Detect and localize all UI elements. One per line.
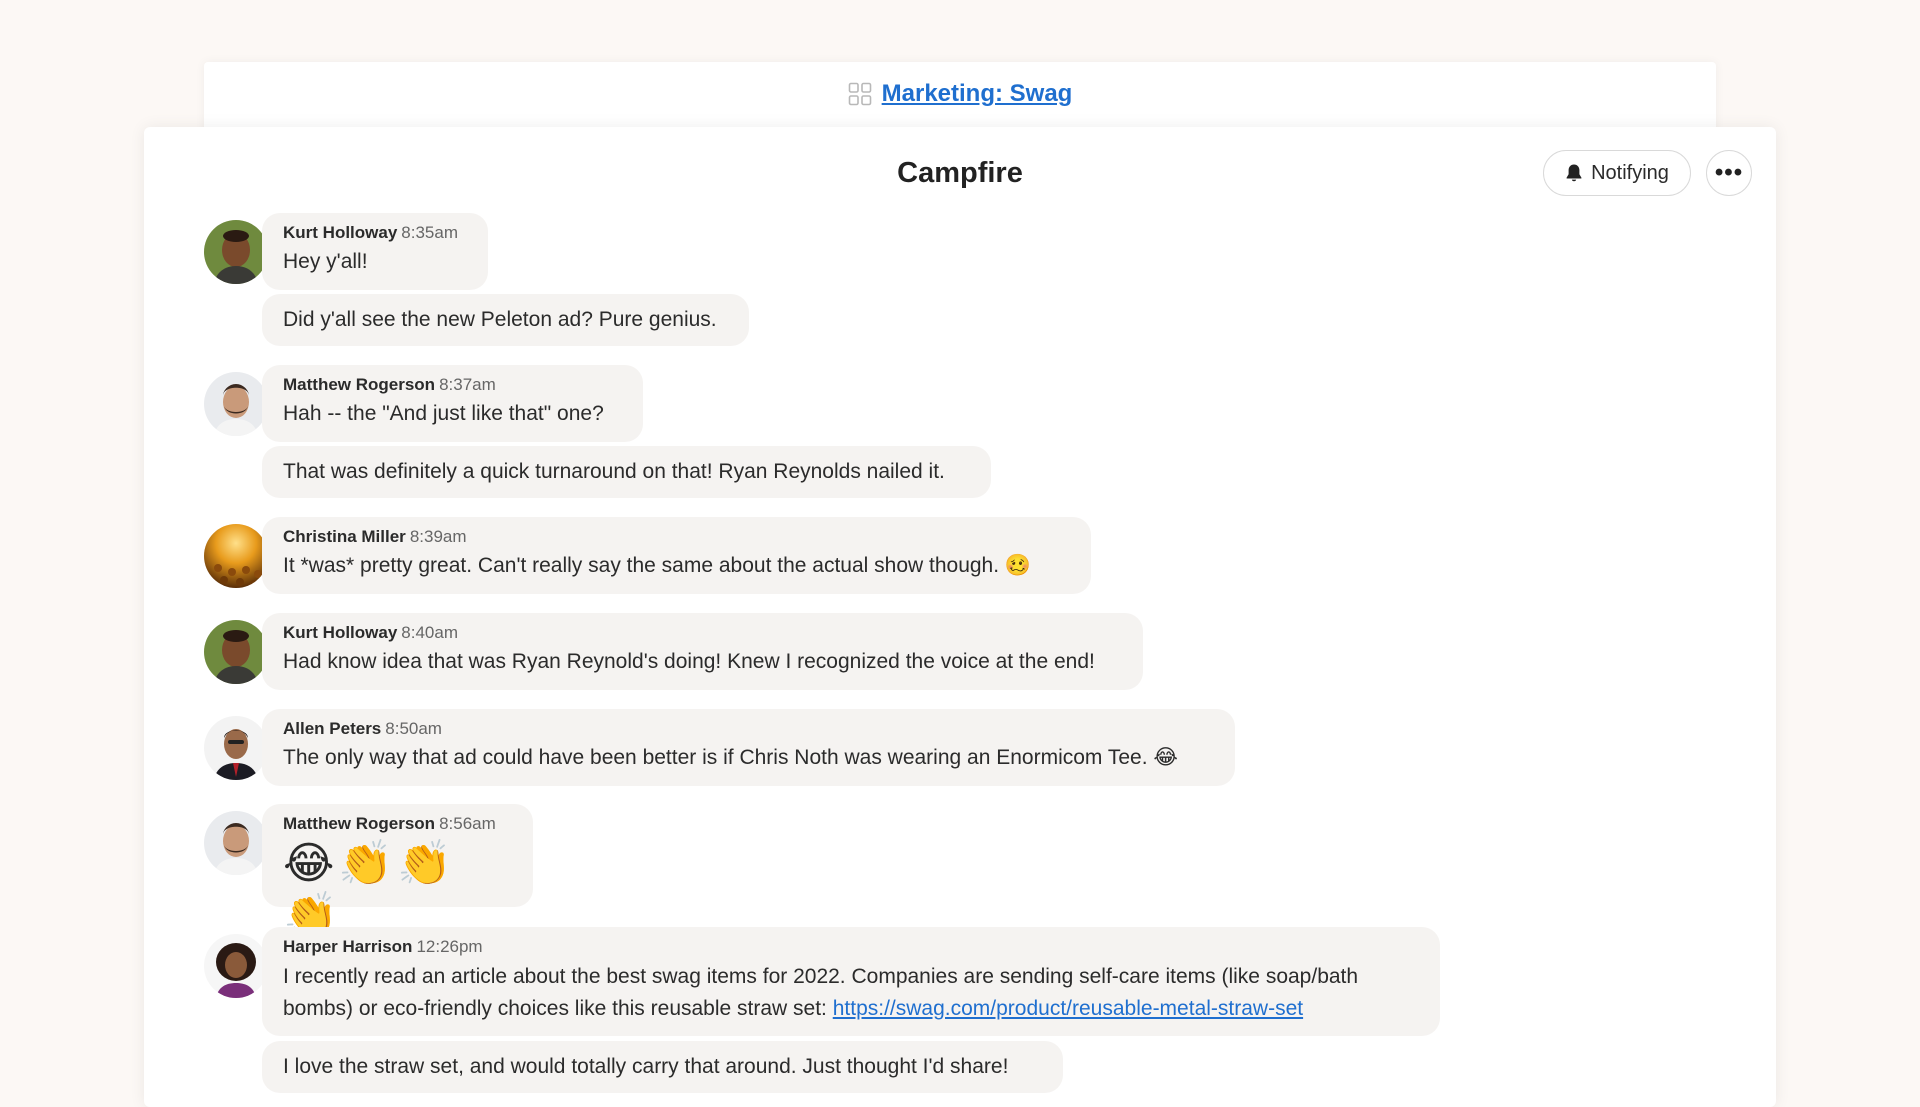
message-bubble: I love the straw set, and would totally … [262,1041,1063,1093]
message-time: 8:40am [401,623,458,642]
message-bubble: Kurt Holloway 8:40am Had know idea that w… [262,613,1143,690]
message-author[interactable]: Allen Peters [283,719,381,738]
project-breadcrumb: Marketing: Swag [204,80,1716,108]
message-bubble: Did y'all see the new Peleton ad? Pure g… [262,294,749,346]
message-time: 8:35am [401,223,458,242]
avatar-christina-miller[interactable] [204,524,268,588]
message-bubble: Kurt Holloway 8:35am Hey y'all! [262,213,488,290]
avatar-harper-harrison[interactable] [204,934,268,998]
message-text: Had know idea that was Ryan Reynold's do… [283,650,1095,673]
message-author[interactable]: Kurt Holloway [283,623,397,642]
more-options-icon: ••• [1714,159,1744,186]
message-text: Hah -- the "And just like that" one? [283,402,604,425]
message-bubble: Harper Harrison 12:26pm I recently read a… [262,927,1440,1036]
woozy-face-emoji: 🥴 [1004,554,1032,577]
message-text: Did y'all see the new Peleton ad? Pure g… [283,308,717,331]
notifying-label: Notifying [1591,161,1669,184]
message-bubble: Christina Miller 8:39am It *was* pretty g… [262,517,1091,594]
avatar-allen-peters[interactable] [204,716,268,780]
message-bubble: Matthew Rogerson 8:56am 😂👏👏👏 [262,804,533,940]
avatar-matthew-rogerson[interactable] [204,372,268,436]
chat-panel: Campfire Notifying ••• Kurt Holloway 8:35… [144,127,1776,1107]
message-bubble: Matthew Rogerson 8:37am Hah -- the "And j… [262,365,643,442]
avatar-kurt-holloway[interactable] [204,220,268,284]
message-author[interactable]: Matthew Rogerson [283,814,435,833]
project-link[interactable]: Marketing: Swag [882,80,1073,108]
message-author[interactable]: Christina Miller [283,527,406,546]
chat-title: Campfire [897,157,1023,189]
message-bubble: Allen Peters 8:50am The only way that ad … [262,709,1235,786]
avatar-matthew-rogerson[interactable] [204,811,268,875]
message-time: 8:37am [439,375,496,394]
message-text: I love the straw set, and would totally … [283,1055,1009,1078]
message-author[interactable]: Matthew Rogerson [283,375,435,394]
message-time: 8:39am [409,527,467,546]
message-text: Hey y'all! [283,250,368,273]
message-time: 12:26pm [416,937,483,956]
message-time: 8:50am [385,719,442,738]
message-link[interactable]: https://swag.com/product/reusable-metal-… [833,997,1303,1020]
message-bubble: That was definitely a quick turnaround o… [262,446,991,498]
message-text: It *was* pretty great. Can't really say … [283,554,1032,577]
message-text: That was definitely a quick turnaround o… [283,460,945,483]
laughing-emoji: 😂 [1153,746,1178,769]
message-text: The only way that ad could have been bet… [283,746,1178,769]
message-text: I recently read an article about the bes… [283,965,1359,1020]
avatar-kurt-holloway[interactable] [204,620,268,684]
more-options-button[interactable]: ••• [1706,150,1752,196]
bell-icon [1566,164,1582,182]
message-author[interactable]: Harper Harrison [283,937,412,956]
message-author[interactable]: Kurt Holloway [283,223,397,242]
message-time: 8:56am [439,814,496,833]
grid-icon [848,82,871,106]
notifying-button[interactable]: Notifying [1543,150,1691,196]
